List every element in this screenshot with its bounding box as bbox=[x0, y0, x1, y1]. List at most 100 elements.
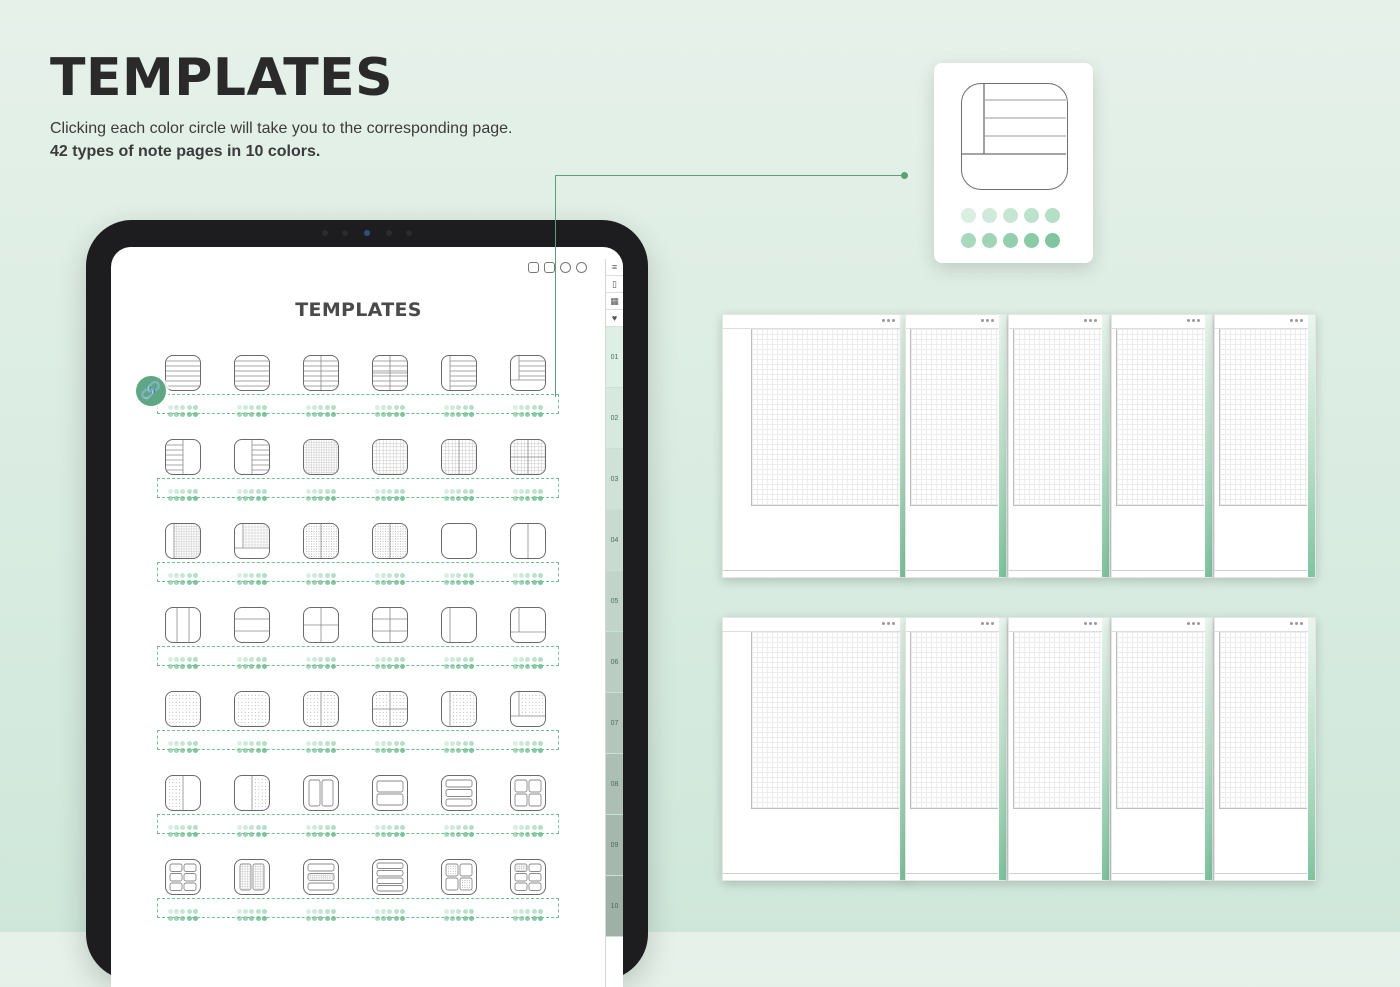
template-row bbox=[157, 859, 559, 943]
page-grid bbox=[751, 329, 899, 506]
grid-split-template-icon bbox=[441, 439, 477, 475]
subtitle-bold-line: 42 types of note pages in 10 colors. bbox=[50, 143, 321, 160]
link-area-box[interactable] bbox=[157, 814, 559, 834]
dots-half-2-template-icon bbox=[234, 775, 270, 811]
subtitle-line: Clicking each color circle will take you… bbox=[50, 120, 513, 137]
blank-left-template-icon bbox=[441, 607, 477, 643]
side-tab-09[interactable]: 09 bbox=[606, 815, 623, 876]
four-grid-b-template-icon bbox=[441, 859, 477, 895]
page-preview bbox=[1008, 617, 1110, 881]
lined-split-template-icon bbox=[303, 355, 339, 391]
page-title: TEMPLATES bbox=[50, 48, 394, 108]
link-area-box[interactable] bbox=[157, 898, 559, 918]
color-circle-link[interactable] bbox=[1024, 233, 1039, 248]
template-row bbox=[157, 607, 559, 691]
link-area-box[interactable] bbox=[157, 394, 559, 414]
page-header bbox=[1009, 618, 1109, 632]
link-area-box[interactable] bbox=[157, 646, 559, 666]
page-grid bbox=[751, 632, 899, 809]
page-preview bbox=[1008, 314, 1110, 578]
page-footer-line bbox=[1215, 570, 1307, 571]
camera-bar bbox=[312, 226, 422, 240]
side-tab-05[interactable]: 05 bbox=[606, 571, 623, 632]
page-grid bbox=[910, 632, 998, 809]
link-area-box[interactable] bbox=[157, 478, 559, 498]
color-circle-link[interactable] bbox=[1024, 208, 1039, 223]
three-rows-template-icon bbox=[441, 775, 477, 811]
blank-cross-2-template-icon bbox=[372, 607, 408, 643]
page-footer-line bbox=[723, 873, 899, 874]
side-tab-07[interactable]: 07 bbox=[606, 693, 623, 754]
lined-cross-template-icon bbox=[372, 355, 408, 391]
six-grid-b-template-icon bbox=[510, 859, 546, 895]
page-side-tabs bbox=[1205, 618, 1212, 880]
side-tab-01[interactable]: 01 bbox=[606, 327, 623, 388]
inbox-icon[interactable] bbox=[544, 262, 555, 273]
globe-icon[interactable] bbox=[560, 262, 571, 273]
menu-icon[interactable]: ≡ bbox=[606, 259, 623, 276]
page-header bbox=[1215, 618, 1315, 632]
notebook-icon[interactable]: ▯ bbox=[606, 276, 623, 293]
calendar-check-icon[interactable] bbox=[528, 262, 539, 273]
page-footer-line bbox=[1009, 873, 1101, 874]
grid-left-template-icon bbox=[165, 523, 201, 559]
page-grid bbox=[1219, 632, 1307, 809]
side-tab-08[interactable]: 08 bbox=[606, 754, 623, 815]
page-header bbox=[723, 315, 907, 329]
page-preview bbox=[1111, 617, 1213, 881]
page-subtitle: Clicking each color circle will take you… bbox=[50, 117, 512, 163]
four-rows-template-icon bbox=[372, 859, 408, 895]
zoom-card bbox=[934, 63, 1093, 263]
heart-icon[interactable]: ♥ bbox=[606, 310, 623, 327]
side-tab-02[interactable]: 02 bbox=[606, 388, 623, 449]
page-footer-line bbox=[906, 873, 998, 874]
page-footer-line bbox=[1112, 873, 1204, 874]
connector-dot bbox=[901, 172, 908, 179]
page-preview bbox=[905, 314, 1007, 578]
blank-cross-template-icon bbox=[303, 607, 339, 643]
two-cols-b-template-icon bbox=[234, 859, 270, 895]
page-header bbox=[906, 315, 1006, 329]
color-circle-link[interactable] bbox=[982, 208, 997, 223]
template-row bbox=[157, 355, 559, 439]
blank-corner-template-icon bbox=[510, 607, 546, 643]
page-footer-line bbox=[906, 570, 998, 571]
color-circle-link[interactable] bbox=[1045, 233, 1060, 248]
color-circle-link[interactable] bbox=[1003, 233, 1018, 248]
blank-thirds-template-icon bbox=[165, 607, 201, 643]
page-side-tabs bbox=[1308, 315, 1315, 577]
two-rows-template-icon bbox=[372, 775, 408, 811]
page-preview bbox=[1214, 617, 1316, 881]
page-header bbox=[1112, 315, 1212, 329]
three-rows-b-template-icon bbox=[303, 859, 339, 895]
lined-corner-template-icon bbox=[961, 83, 1068, 190]
template-row bbox=[157, 691, 559, 775]
grid-template-icon bbox=[372, 439, 408, 475]
link-area-box[interactable] bbox=[157, 730, 559, 750]
page-preview bbox=[1214, 314, 1316, 578]
color-circle-link[interactable] bbox=[982, 233, 997, 248]
side-tab-03[interactable]: 03 bbox=[606, 449, 623, 510]
color-circle-link[interactable] bbox=[1045, 208, 1060, 223]
page-grid bbox=[1116, 632, 1204, 809]
link-icon: 🔗 bbox=[136, 376, 166, 406]
page-side-tabs bbox=[1102, 618, 1109, 880]
dots-corner-template-icon bbox=[510, 691, 546, 727]
side-tab-06[interactable]: 06 bbox=[606, 632, 623, 693]
page-grid bbox=[1116, 329, 1204, 506]
link-area-box[interactable] bbox=[157, 562, 559, 582]
page-side-tabs bbox=[1308, 618, 1315, 880]
settings-icon[interactable] bbox=[576, 262, 587, 273]
color-circle-link[interactable] bbox=[961, 208, 976, 223]
side-tab-04[interactable]: 04 bbox=[606, 510, 623, 571]
dots-half-template-icon bbox=[165, 775, 201, 811]
template-row bbox=[157, 775, 559, 859]
dots-template-icon bbox=[165, 691, 201, 727]
side-tab-10[interactable]: 10 bbox=[606, 876, 623, 937]
calendar-icon[interactable]: ▦ bbox=[606, 293, 623, 310]
color-circle-link[interactable] bbox=[961, 233, 976, 248]
side-tab-strip: ≡ ▯ ▦ ♥ 01 02 03 04 05 06 07 08 09 10 bbox=[605, 259, 623, 987]
color-circle-link[interactable] bbox=[1003, 208, 1018, 223]
page-side-tabs bbox=[1102, 315, 1109, 577]
tablet-screen: TEMPLATES ≡ ▯ ▦ ♥ 01 02 03 04 05 06 07 08 09 10 bbox=[111, 247, 623, 987]
